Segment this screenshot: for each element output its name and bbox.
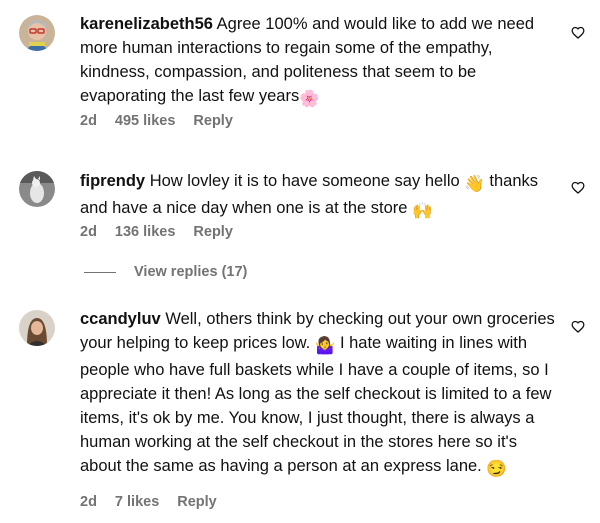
avatar[interactable] <box>19 310 55 346</box>
smirk-emoji: 😏 <box>486 460 507 478</box>
comment-meta: 2d 7 likes Reply <box>80 494 217 510</box>
heart-outline-icon[interactable] <box>571 181 585 194</box>
username[interactable]: fiprendy <box>80 172 145 190</box>
shrug-emoji: 🤷‍♀️ <box>314 337 336 355</box>
likes-count[interactable]: 136 likes <box>115 224 175 240</box>
comment-meta: 2d 495 likes Reply <box>80 113 233 129</box>
comment-text: ccandyluv Well, others think by checking… <box>80 307 560 481</box>
comment-body: How lovley it is to have someone say hel… <box>149 172 460 190</box>
comment-text: fiprendy How lovley it is to have someon… <box>80 169 560 223</box>
timestamp[interactable]: 2d <box>80 224 97 240</box>
timestamp[interactable]: 2d <box>80 494 97 510</box>
view-replies-label[interactable]: View replies (17) <box>134 264 247 280</box>
avatar[interactable] <box>19 15 55 51</box>
flower-emoji: 🌸 <box>299 90 320 108</box>
view-replies-button[interactable]: View replies (17) <box>84 264 247 280</box>
reply-button[interactable]: Reply <box>177 494 217 510</box>
timestamp[interactable]: 2d <box>80 113 97 129</box>
username[interactable]: karenelizabeth56 <box>80 15 213 33</box>
reply-button[interactable]: Reply <box>193 113 233 129</box>
waving-hand-emoji: 👋 <box>464 175 485 193</box>
likes-count[interactable]: 7 likes <box>115 494 159 510</box>
comment-meta: 2d 136 likes Reply <box>80 224 233 240</box>
heart-outline-icon[interactable] <box>571 320 585 333</box>
username[interactable]: ccandyluv <box>80 310 161 328</box>
reply-button[interactable]: Reply <box>193 224 233 240</box>
avatar[interactable] <box>19 171 55 207</box>
likes-count[interactable]: 495 likes <box>115 113 175 129</box>
comment-text: karenelizabeth56 Agree 100% and would li… <box>80 12 560 111</box>
raising-hands-emoji: 🙌 <box>412 202 433 220</box>
replies-divider <box>84 271 116 273</box>
heart-outline-icon[interactable] <box>571 26 585 39</box>
